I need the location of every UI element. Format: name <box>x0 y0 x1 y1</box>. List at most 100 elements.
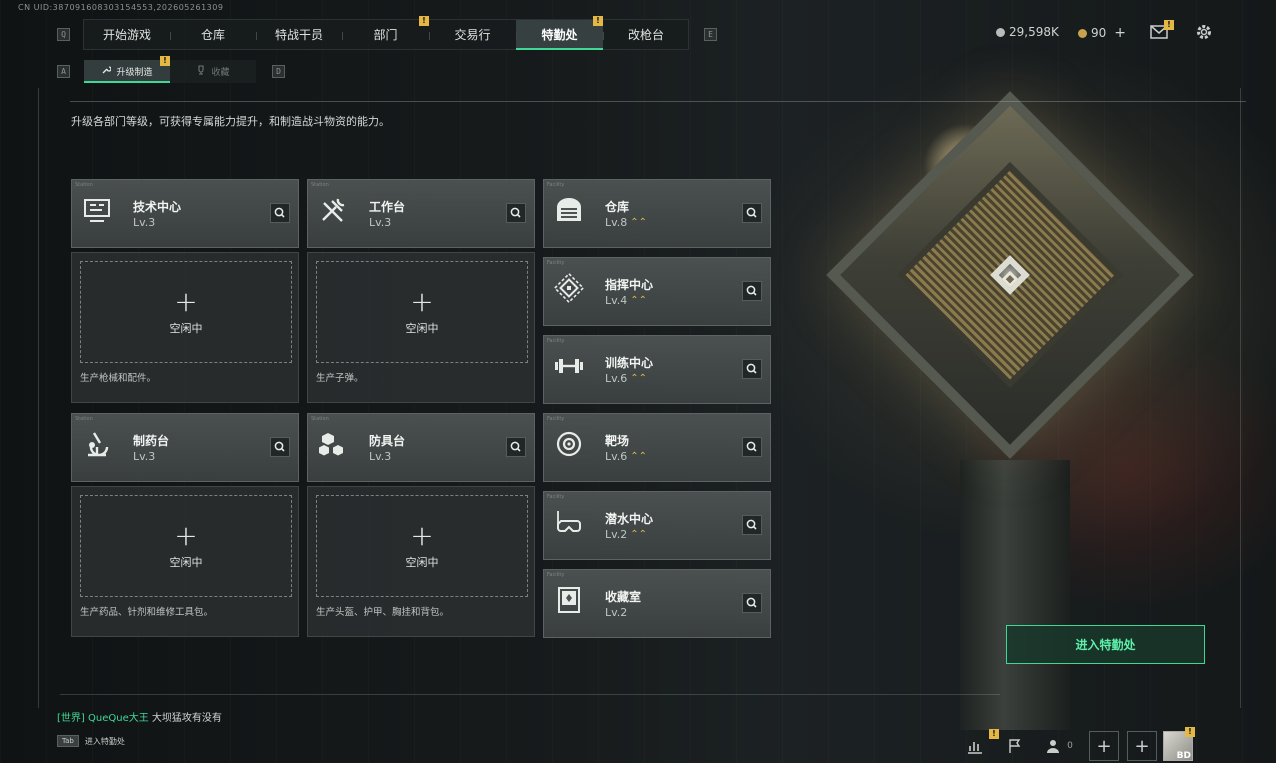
production-slot[interactable]: + 空闲中 <box>80 261 292 363</box>
nav-tab-5[interactable]: 特勤处! <box>516 16 603 50</box>
tab-hint-label: 进入特勤处 <box>84 736 125 746</box>
subtab-collection[interactable]: 收藏 <box>170 60 256 83</box>
slot-status: 空闲中 <box>405 556 439 569</box>
upgrade-arrows-icon: ⌃⌃ <box>630 294 648 306</box>
card-title: 训练中心 <box>605 356 654 370</box>
search-icon[interactable] <box>506 437 526 457</box>
search-icon[interactable] <box>742 359 762 379</box>
search-icon[interactable] <box>742 437 762 457</box>
flag-icon[interactable] <box>995 729 1035 763</box>
token-amount: 90 <box>1091 26 1107 40</box>
target-icon <box>554 429 584 459</box>
card-title: 技术中心 <box>133 200 182 214</box>
production-panel: + 空闲中 生产子弹。 <box>307 252 535 403</box>
facility-card[interactable]: Facility 仓库 Lv.8 ⌃⌃ <box>543 179 771 248</box>
search-icon[interactable] <box>742 593 762 613</box>
upgrade-arrows-icon: ⌃⌃ <box>630 372 648 384</box>
card-level: Lv.3 <box>369 450 391 463</box>
nav-tab-label: 改枪台 <box>627 28 664 42</box>
card-title: 收藏室 <box>605 590 642 604</box>
search-icon[interactable] <box>270 203 290 223</box>
search-icon[interactable] <box>742 515 762 535</box>
nav-tab-label: 开始游戏 <box>102 28 151 42</box>
card-level: Lv.3 <box>369 216 391 229</box>
page-description: 升级各部门等级，可获得专属能力提升，和制造战斗物资的能力。 <box>71 115 390 128</box>
production-slot[interactable]: + 空闲中 <box>80 495 292 597</box>
card-level: Lv.6 ⌃⌃ <box>605 372 647 385</box>
production-description: 生产枪械和配件。 <box>80 373 157 384</box>
search-icon[interactable] <box>742 203 762 223</box>
facility-card[interactable]: Facility 靶场 Lv.6 ⌃⌃ <box>543 413 771 482</box>
subtab-upgrade-manufacture[interactable]: 升级制造 ! <box>84 56 170 83</box>
upgrade-arrows-icon: ⌃⌃ <box>630 450 648 462</box>
card-level-text: Lv.3 <box>369 450 392 463</box>
nav-tab-0[interactable]: 开始游戏 <box>84 20 170 49</box>
card-title: 仓库 <box>605 200 630 214</box>
hud-frame-bottom <box>60 694 1000 695</box>
facility-card[interactable]: Station 防具台 Lv.3 <box>307 413 535 482</box>
card-tag: Facility <box>547 416 565 422</box>
currency-icon <box>996 27 1005 37</box>
chat-channel: [世界] <box>57 713 85 724</box>
facility-card[interactable]: Facility 潜水中心 Lv.2 ⌃⌃ <box>543 491 771 560</box>
nav-tab-4[interactable]: 交易行 <box>429 20 516 49</box>
microscope-icon <box>82 429 112 459</box>
add-teammate-button-1[interactable]: + <box>1089 731 1119 761</box>
card-level: Lv.2 <box>605 606 627 619</box>
slot-status: 空闲中 <box>405 322 439 335</box>
facility-card[interactable]: Station 工作台 Lv.3 <box>307 179 535 248</box>
main-nav: 开始游戏 仓库 特战干员 部门! 交易行 特勤处! 改枪台 <box>83 16 689 50</box>
card-level: Lv.3 <box>133 216 155 229</box>
chat-line[interactable]: [世界] QueQue大王 大坝猛攻有没有 <box>57 709 222 724</box>
production-panel: + 空闲中 生产药品、针剂和维修工具包。 <box>71 486 299 637</box>
friends-button[interactable]: 0 <box>1035 729 1085 763</box>
subtab-label: 升级制造 <box>116 68 153 78</box>
player-avatar[interactable]: BD ! <box>1161 727 1195 763</box>
card-level: Lv.2 ⌃⌃ <box>605 528 647 541</box>
facility-card[interactable]: Station 制药台 Lv.3 <box>71 413 299 482</box>
wrench-icon <box>101 65 113 78</box>
production-slot[interactable]: + 空闲中 <box>316 495 528 597</box>
plus-icon: + <box>174 519 198 552</box>
add-token-button[interactable]: + <box>1114 25 1126 41</box>
production-slot[interactable]: + 空闲中 <box>316 261 528 363</box>
mail-icon[interactable]: ! <box>1150 20 1174 40</box>
enter-special-ops-button[interactable]: 进入特勤处 <box>1006 625 1205 664</box>
collection-case-icon <box>554 585 584 615</box>
upgrade-arrows-icon: ⌃⌃ <box>630 216 648 228</box>
search-icon[interactable] <box>270 437 290 457</box>
facility-card[interactable]: Facility 指挥中心 Lv.4 ⌃⌃ <box>543 257 771 326</box>
card-tag: Facility <box>547 338 565 344</box>
card-tag: Facility <box>547 182 565 188</box>
chat-sender: QueQue大王 <box>88 713 149 724</box>
add-teammate-button-2[interactable]: + <box>1127 731 1157 761</box>
search-icon[interactable] <box>506 203 526 223</box>
nav-tab-2[interactable]: 特战干员 <box>256 20 342 49</box>
token-display[interactable]: 90 + <box>1078 25 1126 41</box>
subtabs: 升级制造 ! 收藏 <box>84 56 256 83</box>
armor-blocks-icon <box>318 429 348 459</box>
nav-tab-6[interactable]: 改枪台 <box>603 20 689 49</box>
trophy-icon <box>196 65 206 78</box>
search-icon[interactable] <box>742 281 762 301</box>
nav-tab-1[interactable]: 仓库 <box>170 20 256 49</box>
card-tag: Station <box>75 416 93 422</box>
nav-tab-badge: ! <box>593 16 603 26</box>
special-ops-cube <box>820 91 1220 495</box>
tab-hint[interactable]: Tab 进入特勤处 <box>57 735 125 747</box>
nav-tab-3[interactable]: 部门! <box>342 16 429 49</box>
facility-card[interactable]: Facility 收藏室 Lv.2 <box>543 569 771 638</box>
facility-card[interactable]: Station 技术中心 Lv.3 <box>71 179 299 248</box>
diving-mask-icon <box>554 507 584 537</box>
card-level-text: Lv.3 <box>133 450 156 463</box>
subtab-key-right: D <box>272 65 285 78</box>
currency-amount: 29,598K <box>1009 25 1059 39</box>
settings-gear-icon[interactable] <box>1195 23 1213 41</box>
chat-message: 大坝猛攻有没有 <box>151 713 222 724</box>
currency-display: 29,598K <box>996 25 1059 39</box>
friends-count: 0 <box>1067 741 1073 751</box>
card-level-text: Lv.6 <box>605 450 628 463</box>
card-level-text: Lv.3 <box>369 216 392 229</box>
facility-card[interactable]: Facility 训练中心 Lv.6 ⌃⌃ <box>543 335 771 404</box>
stats-chart-icon[interactable]: ! <box>955 729 999 763</box>
